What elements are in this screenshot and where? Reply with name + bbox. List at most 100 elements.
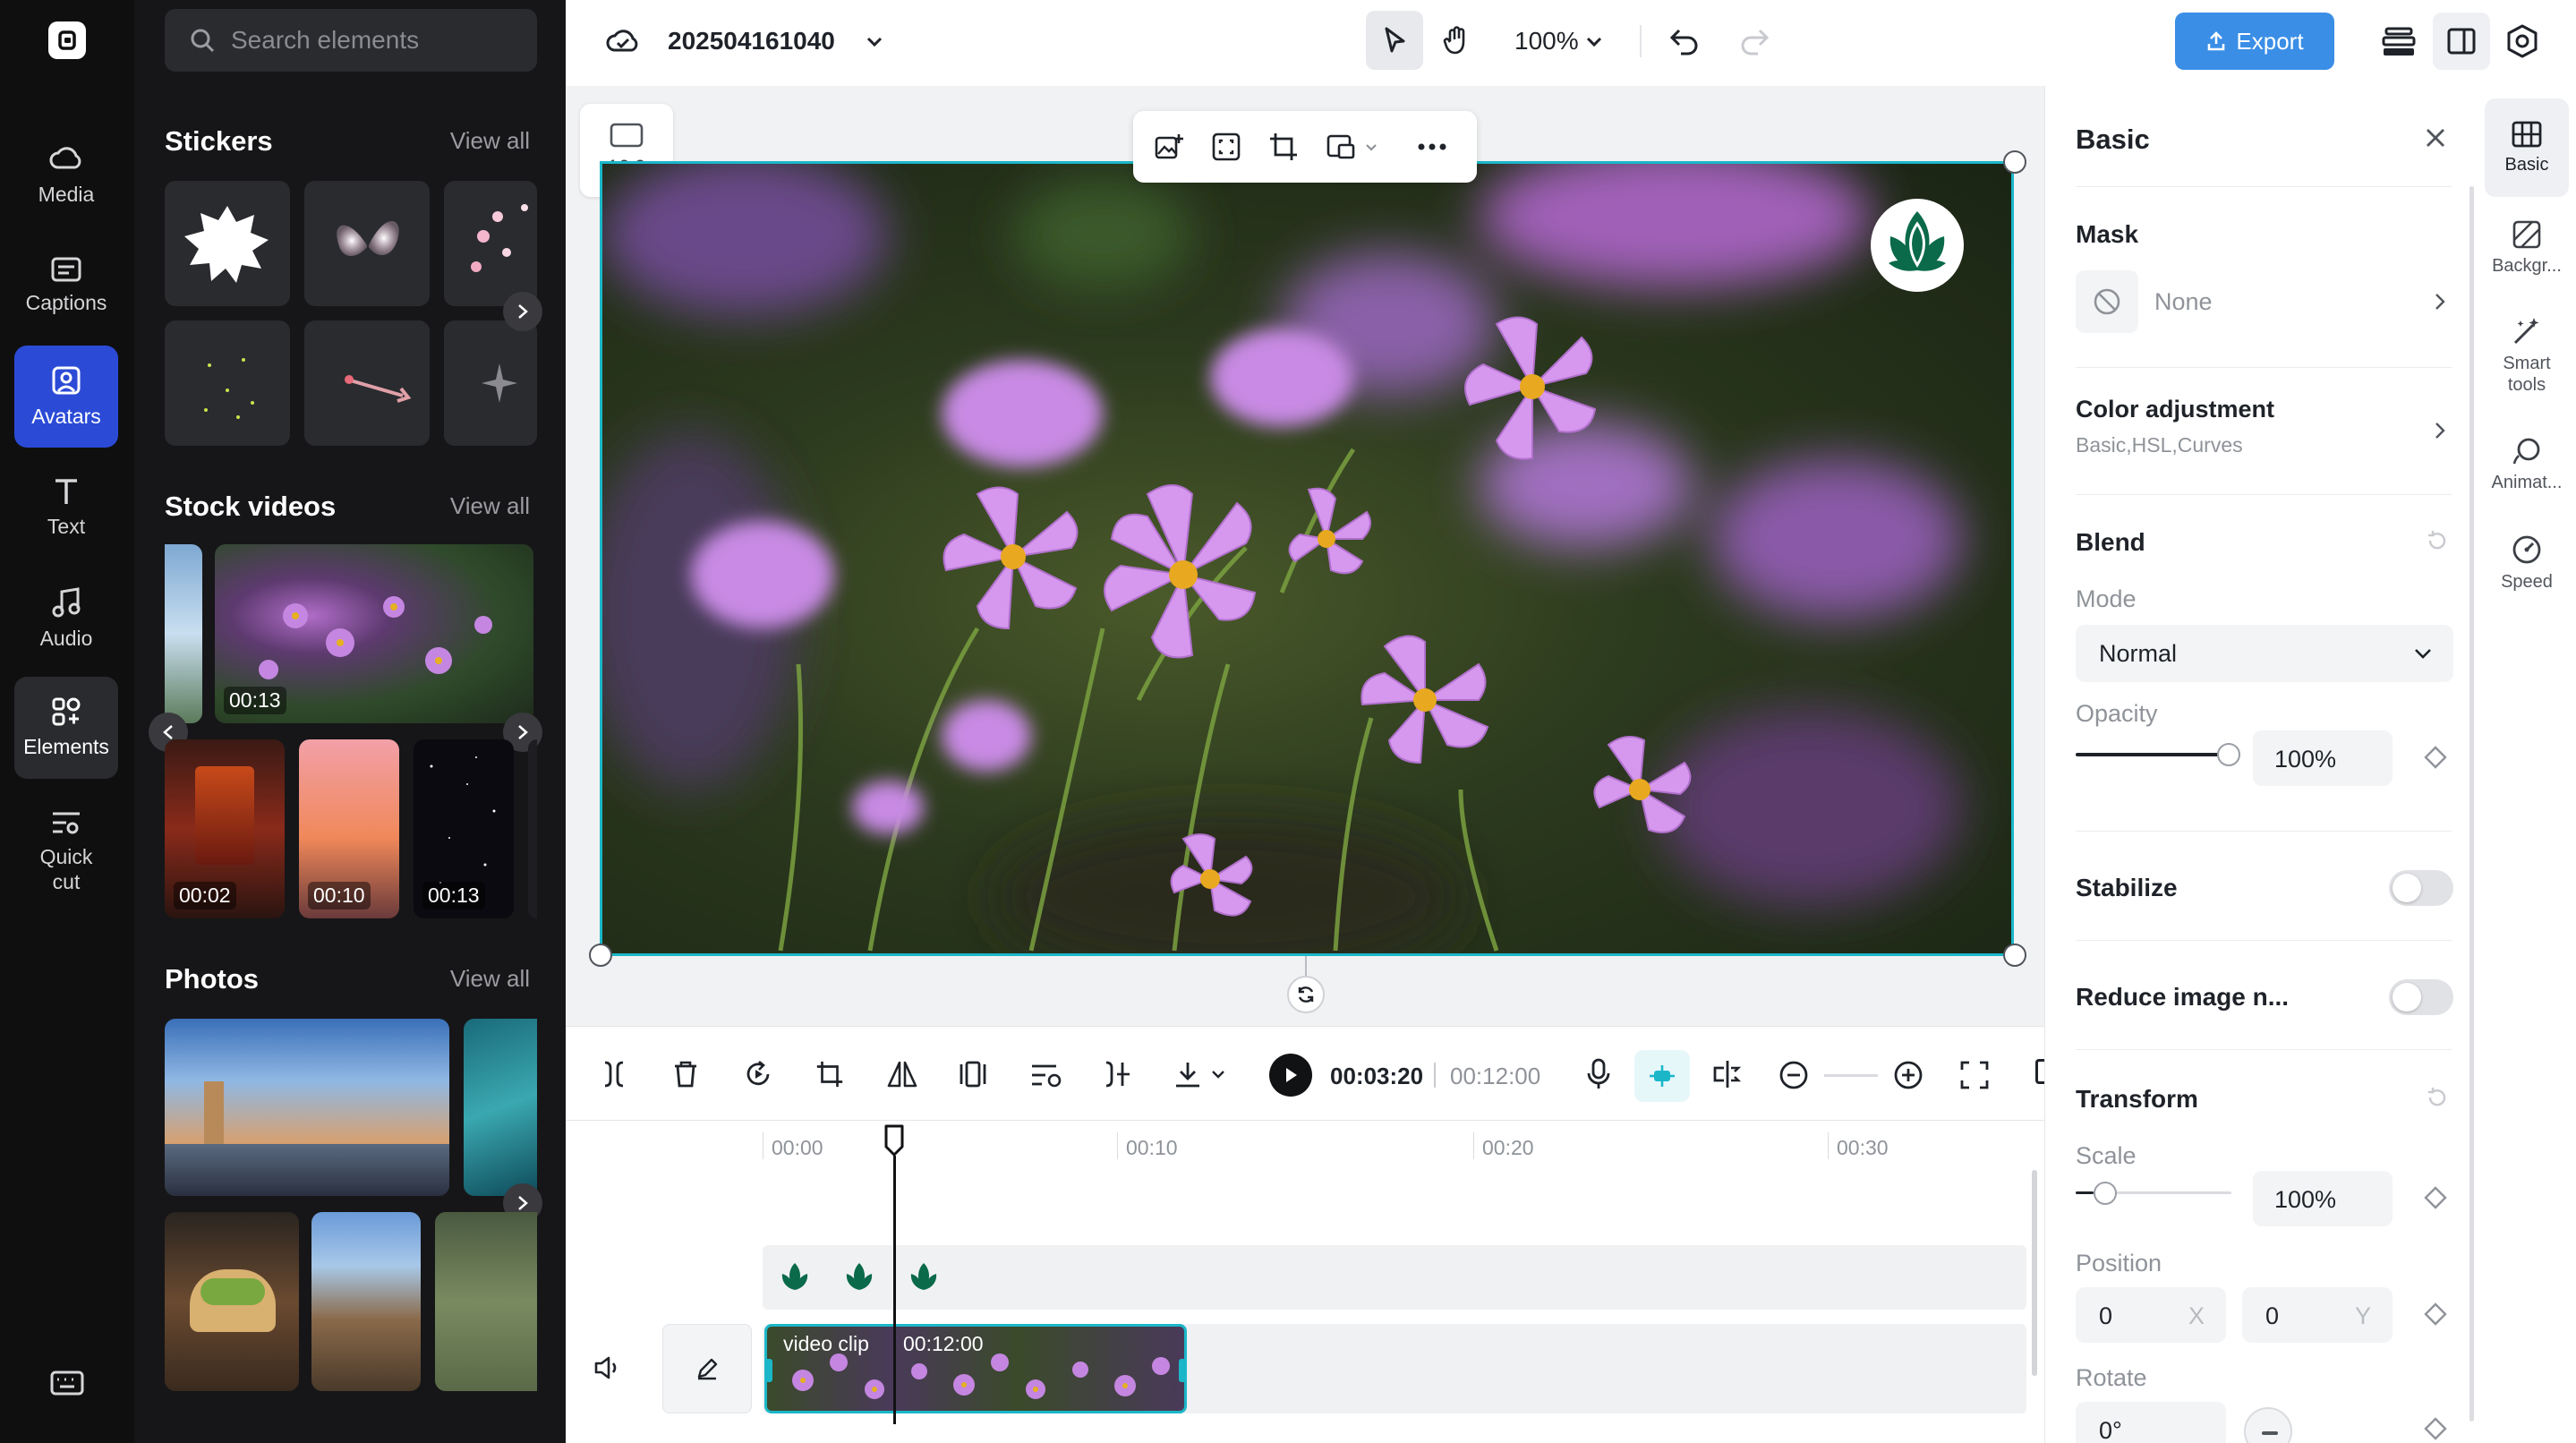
zoom-out-icon[interactable] xyxy=(1778,1059,1810,1091)
stock-video-the-end[interactable]: 00:02 xyxy=(165,739,285,918)
sticker-arrow[interactable] xyxy=(304,320,430,446)
rotate-input[interactable]: 0° xyxy=(2076,1402,2226,1443)
nav-item-audio[interactable]: Audio xyxy=(14,568,118,670)
sticker-butterfly[interactable] xyxy=(304,181,430,306)
app-logo[interactable] xyxy=(48,21,86,59)
tab-smart-tools[interactable]: Smart tools xyxy=(2485,297,2569,414)
nav-item-captions[interactable]: Captions xyxy=(14,235,118,337)
playhead[interactable] xyxy=(883,1123,906,1157)
properties-scrollbar[interactable] xyxy=(2469,186,2474,1422)
split-screen-icon[interactable] xyxy=(1711,1059,1744,1089)
opacity-slider-knob[interactable] xyxy=(2217,743,2240,766)
resize-handle-bottom-right[interactable] xyxy=(2003,944,2026,967)
zoom-in-icon[interactable] xyxy=(1892,1059,1924,1091)
rotate-handle[interactable] xyxy=(1287,976,1325,1013)
microphone-icon[interactable] xyxy=(1586,1057,1611,1091)
position-x-input[interactable]: 0 X xyxy=(2076,1287,2226,1343)
clip-trim-handle-left[interactable] xyxy=(767,1359,772,1382)
project-name[interactable]: 202504161040 xyxy=(668,27,835,56)
nav-item-elements[interactable]: Elements xyxy=(14,677,118,779)
timeline-scrollbar[interactable] xyxy=(2032,1170,2037,1376)
photo-street[interactable] xyxy=(311,1212,421,1391)
more-options-icon[interactable] xyxy=(1416,141,1448,152)
position-y-input[interactable]: 0 Y xyxy=(2242,1287,2393,1343)
keyboard-shortcuts-button[interactable] xyxy=(50,1370,84,1396)
nav-item-quick-cut[interactable]: Quick cut xyxy=(14,793,118,909)
stock-video-partial-right[interactable] xyxy=(528,739,537,918)
export-button[interactable]: Export xyxy=(2175,13,2334,70)
video-preview[interactable] xyxy=(601,163,2012,954)
keyframe-icon[interactable] xyxy=(2423,1302,2448,1327)
crop-icon[interactable] xyxy=(815,1059,845,1089)
replace-image-icon[interactable] xyxy=(1153,131,1185,163)
opacity-slider[interactable] xyxy=(2076,741,2246,768)
cloud-saved-icon[interactable] xyxy=(605,25,641,57)
cover-edit-button[interactable] xyxy=(662,1324,752,1413)
fit-frame-icon[interactable] xyxy=(1210,131,1242,163)
loop-icon[interactable] xyxy=(743,1059,773,1089)
chevron-down-icon[interactable] xyxy=(1210,1068,1226,1080)
close-icon[interactable] xyxy=(2423,125,2448,150)
keyframe-icon[interactable] xyxy=(2423,745,2448,770)
opacity-input[interactable]: 100% xyxy=(2253,730,2393,786)
tab-background[interactable]: Backgr... xyxy=(2485,199,2569,297)
scale-input[interactable]: 100% xyxy=(2253,1171,2393,1226)
remove-background-icon[interactable] xyxy=(1325,131,1357,163)
nav-item-avatars[interactable]: Avatars xyxy=(14,346,118,448)
zoom-slider-track[interactable] xyxy=(1824,1074,1878,1077)
delete-icon[interactable] xyxy=(671,1059,700,1089)
tab-basic[interactable]: Basic xyxy=(2485,98,2569,197)
sticker-track[interactable] xyxy=(763,1245,2026,1310)
photo-grass[interactable] xyxy=(435,1212,537,1391)
crop-icon[interactable] xyxy=(1267,131,1300,163)
stock-video-flowers[interactable]: 00:13 xyxy=(215,544,533,723)
stock-video-partial[interactable] xyxy=(165,544,202,723)
select-tool-button[interactable] xyxy=(1366,11,1423,70)
volume-icon[interactable] xyxy=(593,1354,623,1381)
download-icon[interactable] xyxy=(1173,1059,1203,1089)
layers-icon[interactable] xyxy=(2381,25,2417,59)
clip-trim-handle-right[interactable] xyxy=(1179,1359,1184,1382)
photo-city[interactable] xyxy=(165,1019,449,1196)
photos-view-all[interactable]: View all xyxy=(450,965,530,993)
nav-item-media[interactable]: Media xyxy=(14,124,118,226)
sticker-star[interactable] xyxy=(444,320,537,446)
hand-tool-button[interactable] xyxy=(1429,11,1486,70)
stickers-next-button[interactable] xyxy=(503,292,542,331)
sticker-burst[interactable] xyxy=(165,181,290,306)
undo-icon[interactable] xyxy=(1668,25,1701,56)
sticker-sparkles[interactable] xyxy=(165,320,290,446)
scale-slider[interactable] xyxy=(2076,1180,2246,1207)
trim-icon[interactable] xyxy=(1103,1059,1131,1089)
keyframe-icon[interactable] xyxy=(2423,1416,2448,1441)
settings-icon[interactable] xyxy=(2504,23,2540,59)
chevron-down-icon[interactable] xyxy=(865,32,884,52)
zoom-level[interactable]: 100% xyxy=(1514,27,1579,56)
stock-video-sunset[interactable]: 00:10 xyxy=(299,739,399,918)
chevron-down-icon[interactable] xyxy=(1364,141,1378,154)
redo-icon[interactable] xyxy=(1738,25,1770,56)
stickers-view-all[interactable]: View all xyxy=(450,127,530,155)
reset-icon[interactable] xyxy=(2425,1085,2450,1110)
nav-item-text[interactable]: Text xyxy=(14,457,118,559)
fullscreen-icon[interactable] xyxy=(1958,1059,1991,1091)
mask-selector[interactable]: None xyxy=(2076,270,2452,333)
keyframe-icon[interactable] xyxy=(2423,1185,2448,1210)
video-clip[interactable]: video clip 00:12:00 xyxy=(764,1324,1187,1413)
play-button[interactable] xyxy=(1269,1054,1312,1097)
magnet-snap-button[interactable] xyxy=(1634,1050,1690,1102)
flip-icon[interactable] xyxy=(886,1059,918,1089)
split-icon[interactable] xyxy=(600,1059,628,1089)
photo-ocean[interactable] xyxy=(464,1019,537,1196)
chevron-down-icon[interactable] xyxy=(1584,32,1604,52)
reduce-noise-toggle[interactable] xyxy=(2389,979,2453,1015)
resize-handle-bottom-left[interactable] xyxy=(589,944,612,967)
stabilize-toggle[interactable] xyxy=(2389,870,2453,906)
search-input[interactable]: Search elements xyxy=(165,9,537,72)
reset-icon[interactable] xyxy=(2425,528,2450,553)
tab-speed[interactable]: Speed xyxy=(2485,514,2569,612)
tab-animation[interactable]: Animat... xyxy=(2485,415,2569,514)
blend-mode-select[interactable]: Normal xyxy=(2076,625,2453,682)
stock-video-stars[interactable]: 00:13 xyxy=(414,739,514,918)
freeze-frame-icon[interactable] xyxy=(958,1059,988,1089)
